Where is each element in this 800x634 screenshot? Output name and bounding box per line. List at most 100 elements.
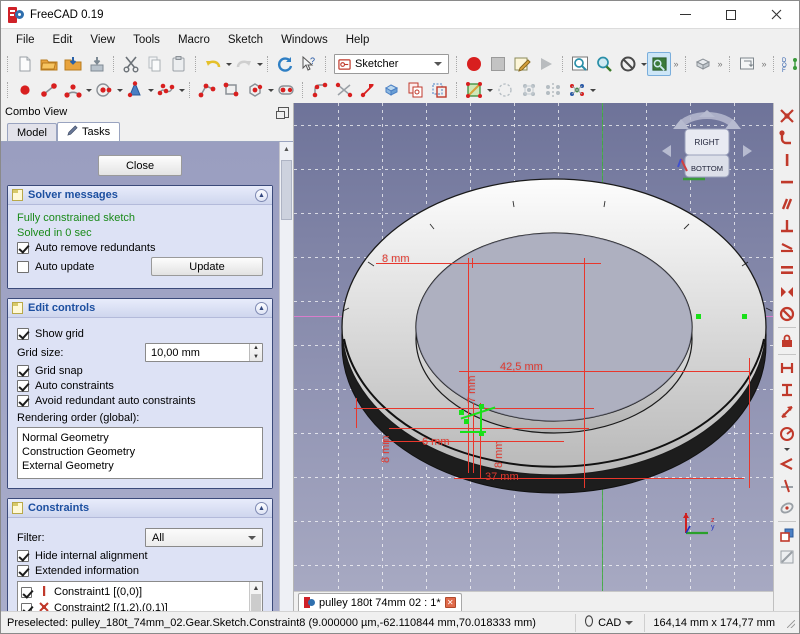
extended-information-checkbox[interactable]	[17, 565, 29, 577]
collapse-solver-button[interactable]: ▲	[255, 188, 268, 202]
circle-dropdown-arrow[interactable]	[116, 78, 123, 102]
scrollbar-thumb[interactable]	[281, 160, 292, 220]
collapse-constraints-button[interactable]: ▲	[255, 501, 268, 515]
constrain-distance-button[interactable]	[775, 401, 799, 423]
list-item[interactable]: Constraint1 [(0,0)]	[21, 584, 249, 600]
carbon-copy-button[interactable]	[404, 78, 428, 102]
dimension-7mm-left[interactable]: 7 mm	[466, 376, 478, 404]
collapse-edit-controls-button[interactable]: ▲	[255, 301, 268, 315]
list-item[interactable]: Normal Geometry	[22, 431, 258, 445]
constrain-perpendicular-button[interactable]	[775, 215, 799, 237]
paste-button[interactable]	[167, 52, 191, 76]
toolbar-grip[interactable]	[187, 80, 193, 100]
close-button[interactable]	[753, 1, 799, 29]
grid-snap-checkbox[interactable]	[17, 365, 29, 377]
toolbar-grip[interactable]	[5, 54, 11, 74]
symmetry-button[interactable]	[541, 78, 565, 102]
menu-help[interactable]: Help	[337, 31, 379, 49]
scroll-up-icon[interactable]: ▲	[280, 142, 293, 156]
toolbar-grip[interactable]	[323, 54, 329, 74]
spin-up-icon[interactable]: ▲	[250, 344, 262, 353]
scrollbar-thumb[interactable]	[251, 594, 261, 611]
constraint2-checkbox[interactable]	[21, 602, 32, 611]
workbench-selector[interactable]: Sketcher	[334, 54, 449, 74]
show-grid-row[interactable]: Show grid	[17, 328, 263, 340]
create-circle-button[interactable]	[92, 78, 116, 102]
doctab-pulley[interactable]: pulley 180t 74mm 02 : 1* ✕	[298, 593, 462, 611]
create-bspline-button[interactable]	[154, 78, 178, 102]
constraints-header[interactable]: Constraints ▲	[8, 499, 272, 518]
update-button[interactable]: Update	[151, 257, 263, 276]
constraints-list[interactable]: Constraint1 [(0,0)] Constraint2 [(1,2),(…	[17, 581, 263, 611]
list-item[interactable]: External Geometry	[22, 459, 258, 473]
toolbar-overflow-2[interactable]: »	[715, 59, 725, 69]
constrain-horizontal-distance-button[interactable]	[775, 357, 799, 379]
edit-controls-header[interactable]: Edit controls ▲	[8, 299, 272, 318]
dof-button[interactable]: DOF	[779, 52, 800, 76]
tab-model[interactable]: Model	[7, 123, 57, 141]
avoid-redundant-row[interactable]: Avoid redundant auto constraints	[17, 395, 263, 407]
toolbar-grip[interactable]	[300, 80, 306, 100]
trim-edge-button[interactable]	[332, 78, 356, 102]
macro-execute-button[interactable]	[534, 52, 558, 76]
toggle-driving-constraint-button[interactable]	[775, 497, 799, 519]
dimension-37mm[interactable]: 37 mm	[485, 471, 519, 483]
auto-constraints-checkbox[interactable]	[17, 380, 29, 392]
tasks-panel-scrollbar[interactable]: ▲	[279, 142, 293, 611]
toggle-construction-geometry-button[interactable]	[775, 546, 799, 568]
toolbar-overflow-3[interactable]: »	[759, 59, 769, 69]
constrain-vertical-button[interactable]	[775, 149, 799, 171]
scroll-up-icon[interactable]: ▲	[250, 582, 262, 594]
grid-snap-row[interactable]: Grid snap	[17, 365, 263, 377]
macro-stop-button[interactable]	[486, 52, 510, 76]
draw-style-button[interactable]	[647, 52, 671, 76]
rendering-order-list[interactable]: Normal Geometry Construction Geometry Ex…	[17, 427, 263, 479]
constraints-list-scrollbar[interactable]: ▲ ▼	[249, 582, 262, 611]
minimize-button[interactable]	[663, 1, 708, 29]
constrain-horizontal-button[interactable]	[775, 171, 799, 193]
solver-messages-header[interactable]: Solver messages ▲	[8, 186, 272, 205]
toolbar-grip[interactable]	[5, 80, 11, 100]
hide-internal-alignment-checkbox[interactable]	[17, 550, 29, 562]
spin-down-icon[interactable]: ▼	[250, 353, 262, 362]
external-geometry-button[interactable]	[380, 78, 404, 102]
unit-system-selector[interactable]: CAD	[575, 613, 644, 632]
show-grid-checkbox[interactable]	[17, 328, 29, 340]
constrain-coincident-button[interactable]	[775, 105, 799, 127]
create-point-button[interactable]	[13, 78, 37, 102]
select-dropdown-arrow[interactable]	[486, 78, 493, 102]
arc-dropdown-arrow[interactable]	[85, 78, 92, 102]
open-folder-button[interactable]	[37, 52, 61, 76]
toolbar-overflow-1[interactable]: »	[671, 59, 681, 69]
clipping-button[interactable]	[616, 52, 640, 76]
fit-all-button[interactable]	[568, 52, 592, 76]
list-item[interactable]: Construction Geometry	[22, 445, 258, 459]
toolbar-grip[interactable]	[683, 54, 689, 74]
constrain-parallel-button[interactable]	[775, 193, 799, 215]
constrain-block-button[interactable]	[775, 303, 799, 325]
constraint-filter-select[interactable]: All	[145, 528, 263, 547]
menu-file[interactable]: File	[7, 31, 44, 49]
menu-view[interactable]: View	[81, 31, 124, 49]
save-document-button[interactable]	[61, 52, 85, 76]
auto-remove-redundants-checkbox[interactable]	[17, 242, 29, 254]
undock-icon[interactable]	[276, 106, 289, 119]
grid-size-stepper[interactable]: 10,00 mm ▲ ▼	[145, 343, 263, 362]
create-slot-button[interactable]	[274, 78, 298, 102]
resize-grip[interactable]	[783, 616, 797, 630]
create-rectangle-button[interactable]	[219, 78, 243, 102]
extend-edge-button[interactable]	[356, 78, 380, 102]
close-sketch-button[interactable]: Close	[98, 155, 182, 176]
macro-record-button[interactable]	[462, 52, 486, 76]
whats-this-button[interactable]: ?	[297, 52, 321, 76]
toolbar-grip[interactable]	[265, 54, 271, 74]
box-zoom-button[interactable]	[592, 52, 616, 76]
cut-button[interactable]	[119, 52, 143, 76]
undo-dropdown-arrow[interactable]	[225, 52, 232, 76]
redo-button[interactable]	[232, 52, 256, 76]
constraint1-checkbox[interactable]	[21, 586, 32, 598]
constrain-symmetric-button[interactable]	[775, 281, 799, 303]
dimension-6mm[interactable]: 6 mm	[422, 436, 450, 448]
dimension-8mm-top[interactable]: 8 mm	[382, 253, 410, 265]
bspline-dropdown-arrow[interactable]	[178, 78, 185, 102]
